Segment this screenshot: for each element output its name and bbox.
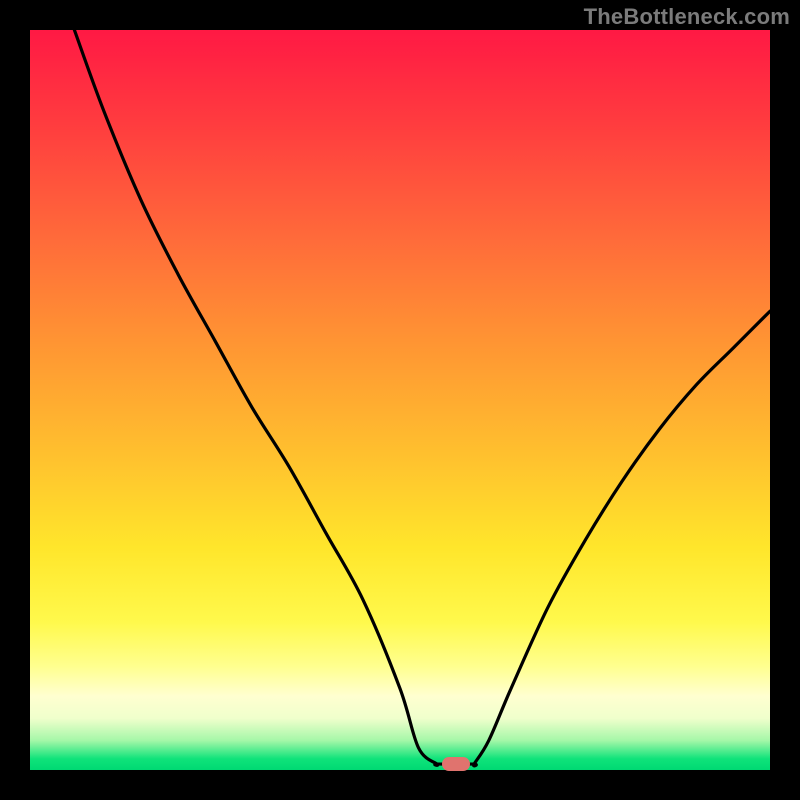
chart-frame: TheBottleneck.com — [0, 0, 800, 800]
watermark-text: TheBottleneck.com — [584, 4, 790, 30]
plot-area — [30, 30, 770, 770]
optimal-point-marker — [442, 757, 470, 771]
bottleneck-curve — [30, 30, 770, 770]
curve-path — [74, 30, 770, 766]
